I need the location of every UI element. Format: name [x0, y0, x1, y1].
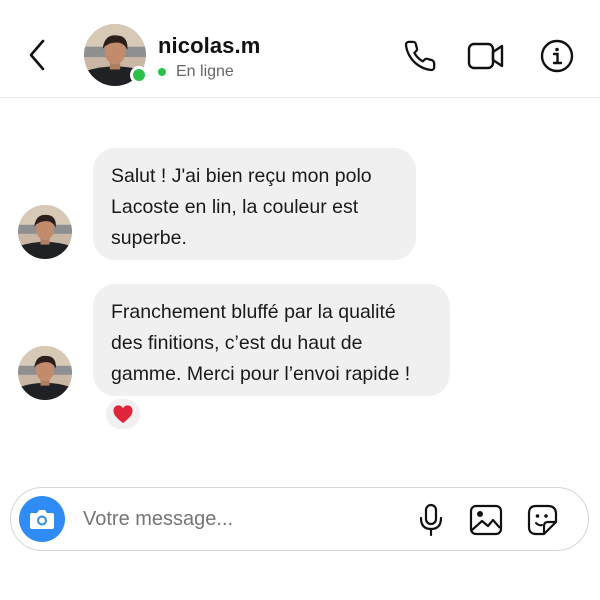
image-icon	[469, 504, 503, 536]
contact-avatar[interactable]	[84, 24, 148, 86]
voice-message-button[interactable]	[413, 502, 449, 538]
message-bubble[interactable]: Franchement bluffé par la qualité des fi…	[93, 284, 450, 396]
message-composer	[10, 487, 589, 551]
back-button[interactable]	[22, 36, 52, 74]
status-text: En ligne	[176, 63, 234, 80]
phone-icon	[404, 40, 436, 72]
camera-icon	[30, 510, 54, 529]
chevron-left-icon	[29, 39, 45, 71]
sticker-icon	[527, 504, 558, 536]
message-input[interactable]	[83, 508, 403, 531]
heart-icon	[113, 405, 133, 424]
info-icon	[540, 39, 574, 73]
sticker-button[interactable]	[524, 502, 560, 538]
message-avatar[interactable]	[18, 205, 72, 259]
info-button[interactable]	[537, 36, 577, 76]
chat-header: nicolas.m En ligne	[0, 0, 600, 98]
status-dot	[158, 68, 166, 76]
message-bubble[interactable]: Salut ! J'ai bien reçu mon polo Lacoste …	[93, 148, 416, 260]
microphone-icon	[419, 503, 443, 537]
online-status: En ligne	[158, 63, 234, 81]
heart-reaction[interactable]	[104, 397, 142, 431]
video-call-button[interactable]	[466, 36, 506, 76]
gallery-button[interactable]	[468, 502, 504, 538]
video-camera-icon	[467, 42, 504, 70]
online-indicator	[130, 66, 148, 84]
message-avatar[interactable]	[18, 346, 72, 400]
contact-name[interactable]: nicolas.m	[158, 33, 260, 59]
camera-button[interactable]	[19, 496, 65, 542]
call-button[interactable]	[400, 36, 440, 76]
